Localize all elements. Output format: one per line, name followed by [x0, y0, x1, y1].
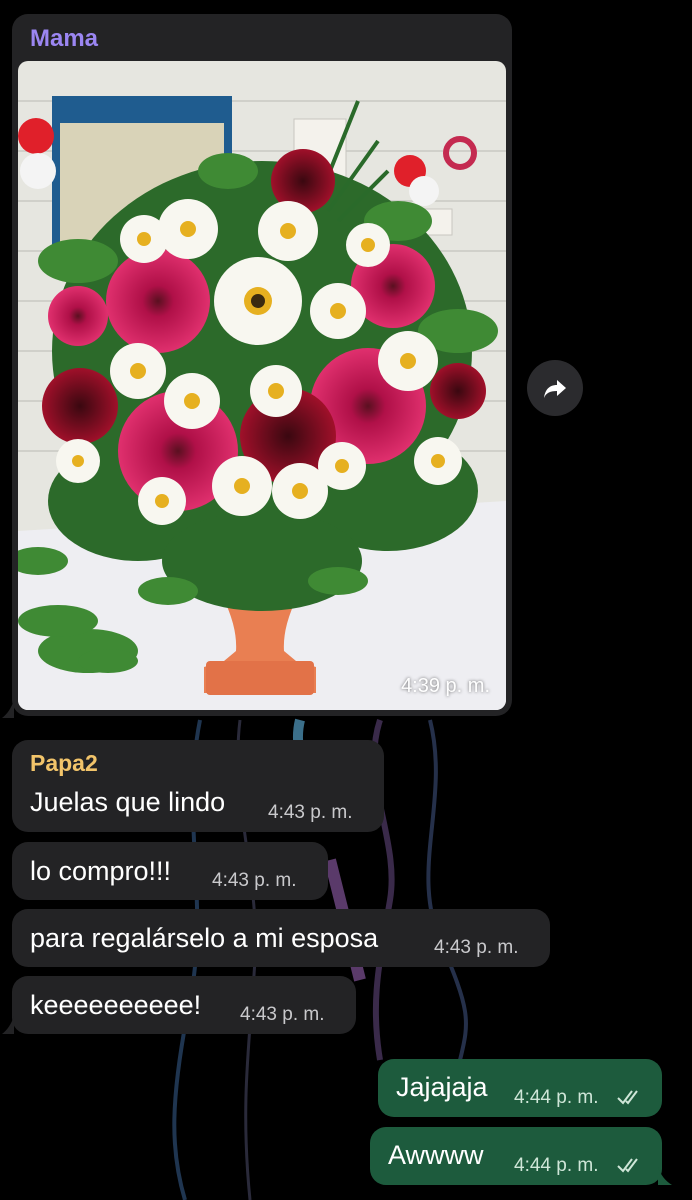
message-text: Juelas que lindo	[30, 787, 226, 817]
bubble-tail	[2, 700, 14, 718]
message-time: 4:43 p. m.	[434, 937, 519, 958]
message-time: 4:43 p. m.	[212, 870, 297, 891]
message-time: 4:44 p. m.	[514, 1155, 599, 1176]
message-time: 4:44 p. m.	[514, 1087, 599, 1108]
sender-name: Papa2	[30, 750, 98, 776]
double-check-icon	[617, 1090, 638, 1105]
message-text: para regalárselo a mi esposa	[30, 923, 379, 953]
message-text: Jajajaja	[396, 1072, 488, 1102]
message-text: lo compro!!!	[30, 856, 172, 886]
bubble-tail	[658, 1167, 672, 1185]
message-bubble[interactable]: keeeeeeeeee! 4:43 p. m.	[12, 976, 356, 1034]
message-text: Awwww	[388, 1140, 484, 1170]
message-bubble[interactable]: Papa2 Juelas que lindo 4:43 p. m.	[12, 740, 384, 832]
message-time: 4:43 p. m.	[240, 1004, 325, 1025]
forward-icon	[544, 380, 566, 398]
sender-name: Mama	[30, 25, 99, 52]
outgoing-message-bubble[interactable]: Awwww 4:44 p. m.	[370, 1127, 662, 1185]
message-time: 4:43 p. m.	[268, 802, 353, 823]
forward-button[interactable]	[527, 360, 583, 416]
message-bubble[interactable]: para regalárselo a mi esposa 4:43 p. m.	[12, 909, 550, 967]
flower-arrangement-photo[interactable]: 4:39 p. m.	[18, 61, 506, 710]
message-time: 4:39 p. m.	[401, 675, 490, 697]
message-bubble[interactable]: lo compro!!! 4:43 p. m.	[12, 842, 328, 900]
outgoing-message-bubble[interactable]: Jajajaja 4:44 p. m.	[378, 1059, 662, 1117]
double-check-icon	[617, 1158, 638, 1173]
message-bubble-photo[interactable]: Mama 4:39 p. m.	[12, 14, 512, 716]
bubble-tail	[2, 1016, 14, 1034]
message-text: keeeeeeeeee!	[30, 990, 202, 1020]
